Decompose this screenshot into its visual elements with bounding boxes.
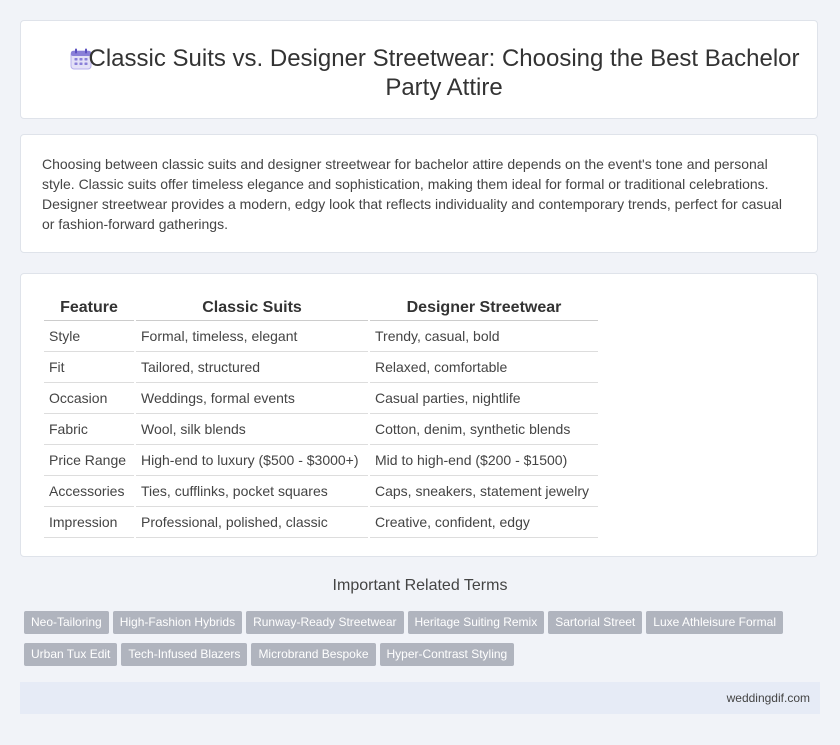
table-row: Price Range High-end to luxury ($500 - $… <box>44 445 598 476</box>
comparison-table: Feature Classic Suits Designer Streetwea… <box>42 294 600 538</box>
intro-paragraph: Choosing between classic suits and desig… <box>42 156 783 232</box>
tag-tech-infused-blazers[interactable]: Tech-Infused Blazers <box>121 643 248 666</box>
footer-site-link[interactable]: weddingdif.com <box>727 691 810 705</box>
tag-sartorial-street[interactable]: Sartorial Street <box>548 611 643 634</box>
footer: weddingdif.com <box>20 682 820 714</box>
feature-cell: Fabric <box>44 414 134 445</box>
designer-streetwear-cell: Caps, sneakers, statement jewelry <box>370 476 598 507</box>
intro-card: Choosing between classic suits and desig… <box>20 134 818 253</box>
comparison-card: Feature Classic Suits Designer Streetwea… <box>20 273 818 557</box>
designer-streetwear-cell: Trendy, casual, bold <box>370 321 598 352</box>
feature-cell: Impression <box>44 507 134 538</box>
tag-hyper-contrast-styling[interactable]: Hyper-Contrast Styling <box>379 643 515 666</box>
tag-runway-ready-streetwear[interactable]: Runway-Ready Streetwear <box>246 611 404 634</box>
tag-high-fashion-hybrids[interactable]: High-Fashion Hybrids <box>112 611 243 634</box>
classic-suits-cell: Tailored, structured <box>136 352 368 383</box>
column-header-classic-suits: Classic Suits <box>136 294 368 321</box>
tag-microbrand-bespoke[interactable]: Microbrand Bespoke <box>251 643 376 666</box>
column-header-feature: Feature <box>44 294 134 321</box>
table-row: Occasion Weddings, formal events Casual … <box>44 383 598 414</box>
feature-cell: Occasion <box>44 383 134 414</box>
classic-suits-cell: Professional, polished, classic <box>136 507 368 538</box>
tag-neo-tailoring[interactable]: Neo-Tailoring <box>24 611 109 634</box>
classic-suits-cell: Formal, timeless, elegant <box>136 321 368 352</box>
designer-streetwear-cell: Cotton, denim, synthetic blends <box>370 414 598 445</box>
designer-streetwear-cell: Creative, confident, edgy <box>370 507 598 538</box>
feature-cell: Fit <box>44 352 134 383</box>
designer-streetwear-cell: Mid to high-end ($200 - $1500) <box>370 445 598 476</box>
classic-suits-cell: Ties, cufflinks, pocket squares <box>136 476 368 507</box>
column-header-designer-streetwear: Designer Streetwear <box>370 294 598 321</box>
table-row: Impression Professional, polished, class… <box>44 507 598 538</box>
page-title: Classic Suits vs. Designer Streetwear: C… <box>88 45 800 101</box>
tag-urban-tux-edit[interactable]: Urban Tux Edit <box>24 643 118 666</box>
feature-cell: Style <box>44 321 134 352</box>
table-row: Fabric Wool, silk blends Cotton, denim, … <box>44 414 598 445</box>
classic-suits-cell: Weddings, formal events <box>136 383 368 414</box>
related-terms-title: Important Related Terms <box>332 577 508 594</box>
tag-heritage-suiting-remix[interactable]: Heritage Suiting Remix <box>407 611 545 634</box>
related-terms-tags: Neo-Tailoring High-Fashion Hybrids Runway-… <box>24 611 824 675</box>
header-card: Classic Suits vs. Designer Streetwear: C… <box>20 20 818 119</box>
designer-streetwear-cell: Casual parties, nightlife <box>370 383 598 414</box>
classic-suits-cell: Wool, silk blends <box>136 414 368 445</box>
table-header-row: Feature Classic Suits Designer Streetwea… <box>44 294 598 321</box>
table-row: Accessories Ties, cufflinks, pocket squa… <box>44 476 598 507</box>
designer-streetwear-cell: Relaxed, comfortable <box>370 352 598 383</box>
classic-suits-cell: High-end to luxury ($500 - $3000+) <box>136 445 368 476</box>
table-row: Style Formal, timeless, elegant Trendy, … <box>44 321 598 352</box>
feature-cell: Accessories <box>44 476 134 507</box>
tag-luxe-athleisure-formal[interactable]: Luxe Athleisure Formal <box>646 611 783 634</box>
feature-cell: Price Range <box>44 445 134 476</box>
table-row: Fit Tailored, structured Relaxed, comfor… <box>44 352 598 383</box>
